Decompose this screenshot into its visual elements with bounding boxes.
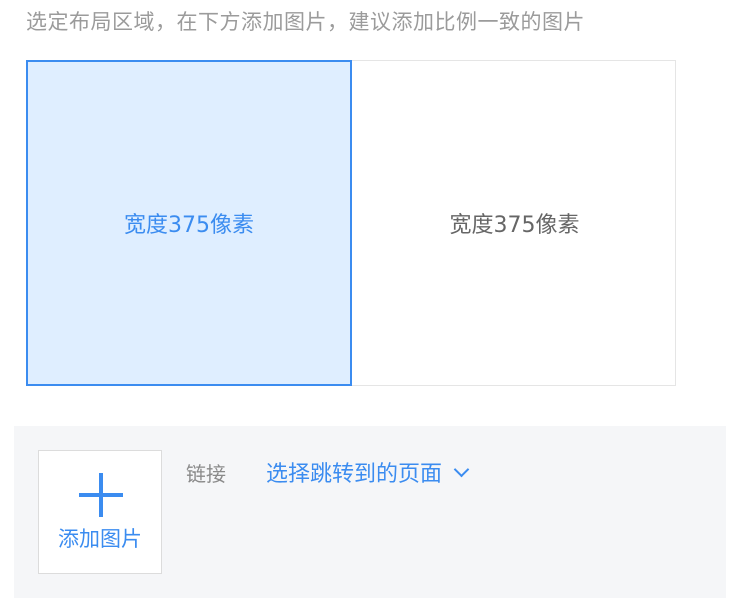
plus-icon <box>79 473 123 517</box>
link-label: 链接 <box>186 462 226 486</box>
link-select-text: 选择跳转到的页面 <box>266 462 443 487</box>
layout-cell-label: 宽度375像素 <box>124 213 254 238</box>
add-image-button[interactable]: 添加图片 <box>38 450 162 574</box>
add-image-label: 添加图片 <box>58 527 142 551</box>
layout-area: 宽度375像素 宽度375像素 <box>26 60 676 386</box>
layout-cell-label: 宽度375像素 <box>449 213 580 238</box>
layout-cell-right[interactable]: 宽度375像素 <box>352 60 677 386</box>
link-page-select[interactable]: 选择跳转到的页面 <box>266 456 470 488</box>
chevron-down-icon <box>453 461 470 477</box>
image-editor-panel: 添加图片 链接 选择跳转到的页面 <box>14 426 726 598</box>
layout-cell-left[interactable]: 宽度375像素 <box>26 60 352 386</box>
layout-hint-text: 选定布局区域，在下方添加图片，建议添加比例一致的图片 <box>26 10 585 34</box>
